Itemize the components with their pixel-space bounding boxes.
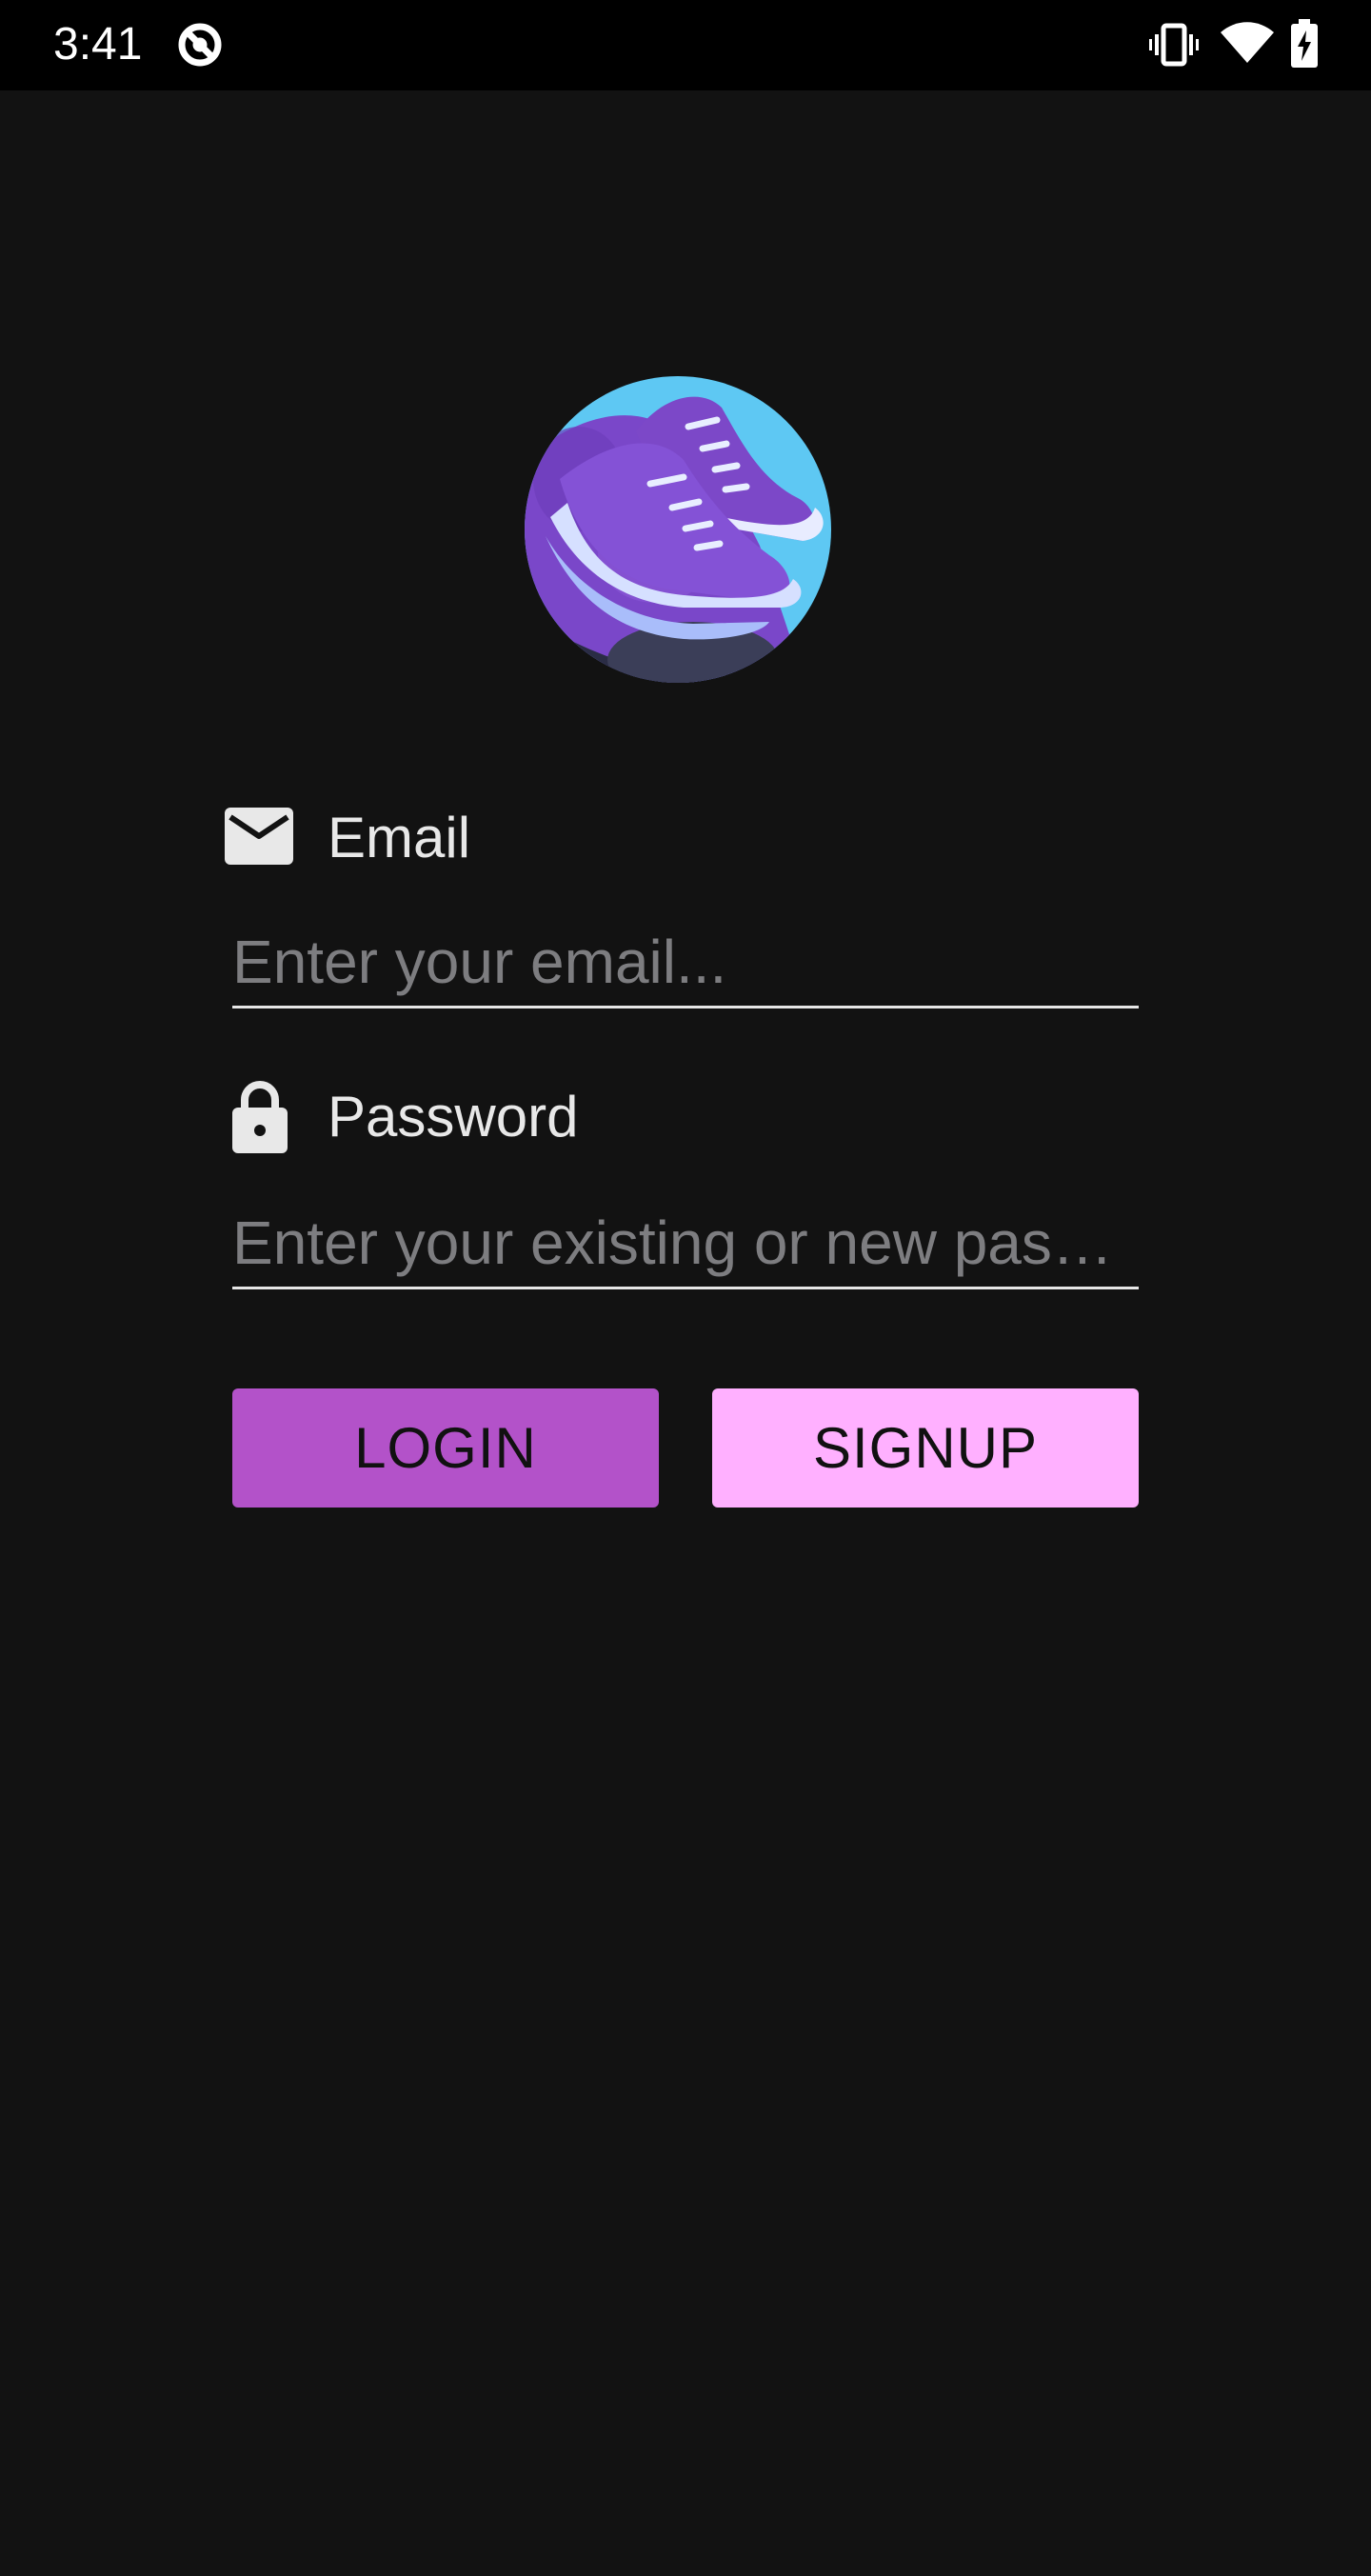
signup-button[interactable]: SIGNUP [712,1388,1139,1508]
status-time: 3:41 [53,19,143,70]
mail-icon [225,808,293,865]
battery-charging-icon [1291,19,1318,68]
do-not-disturb-icon [178,23,222,67]
email-label-row: Email [225,800,701,876]
lock-icon [232,1081,288,1153]
vibrate-icon [1149,23,1199,67]
password-input[interactable] [232,1198,1139,1289]
email-input[interactable] [232,918,1139,1008]
login-button[interactable]: LOGIN [232,1388,659,1508]
sneaker-icon [525,376,831,683]
email-label: Email [328,806,471,869]
status-bar: 3:41 [0,0,1371,90]
wifi-icon [1221,22,1274,63]
password-label: Password [328,1085,579,1148]
password-label-row: Password [225,1079,796,1155]
